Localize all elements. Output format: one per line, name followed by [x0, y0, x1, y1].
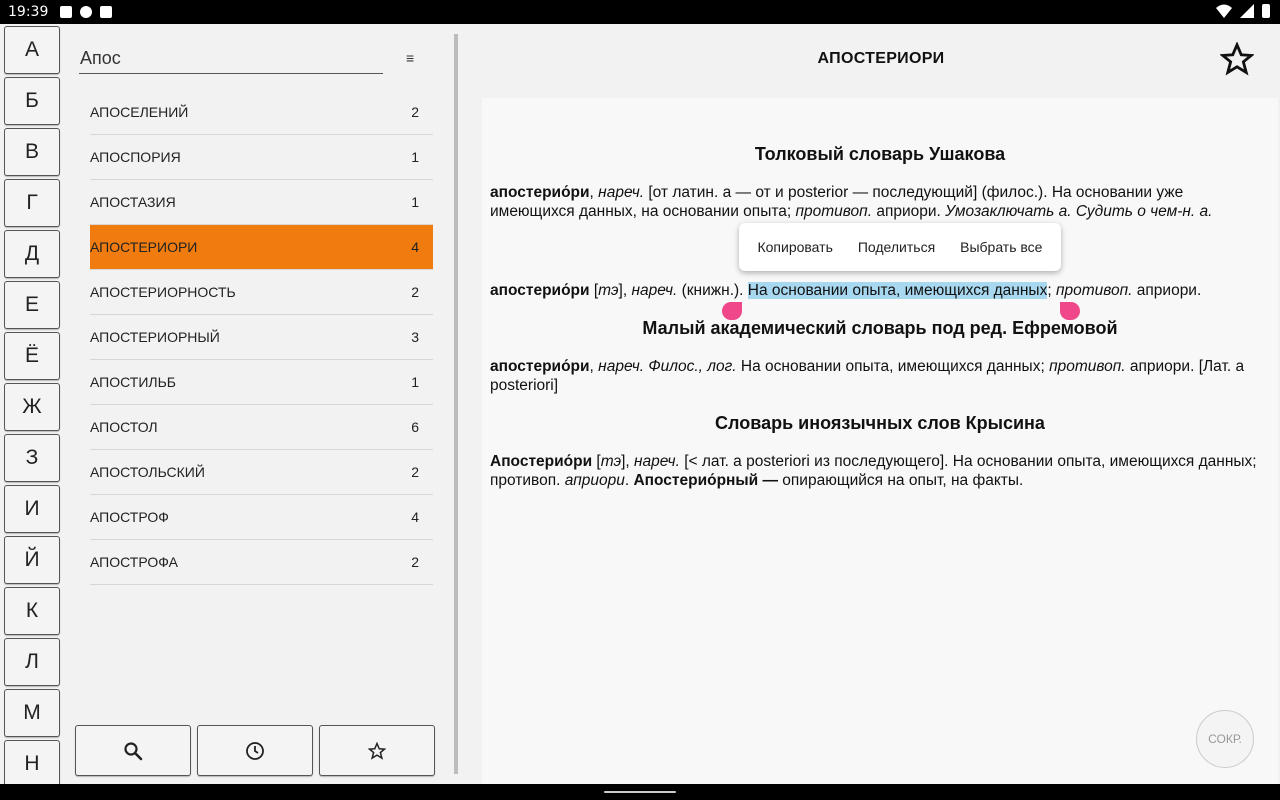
letter-button[interactable]: Г: [4, 179, 60, 227]
wifi-icon: [1216, 4, 1232, 18]
panel-divider[interactable]: [454, 34, 458, 774]
letter-button[interactable]: К: [4, 587, 60, 635]
definition-paragraph: Апостерио́ри [тэ], нареч. [< лат. a post…: [490, 453, 1257, 489]
section-heading: Словарь иноязычных слов Крысина: [715, 413, 1045, 433]
word-label: АПОСТИЛЬБ: [90, 374, 176, 390]
bottom-toolbar: [75, 725, 435, 776]
letter-button[interactable]: Е: [4, 281, 60, 329]
word-count: 4: [411, 239, 419, 255]
word-list-item[interactable]: АПОСТРОФА 2: [90, 540, 433, 585]
home-gesture-bar[interactable]: [604, 791, 676, 793]
word-list-item[interactable]: АПОСТЕРИОРИ 4: [90, 225, 433, 270]
word-list-item[interactable]: АПОСТРОФ 4: [90, 495, 433, 540]
word-count: 2: [411, 554, 419, 570]
letter-button[interactable]: Н: [4, 740, 60, 786]
letter-button[interactable]: Ё: [4, 332, 60, 380]
history-icon: [246, 741, 264, 760]
letter-index: АБВГДЕЁЖЗИЙКЛМН: [4, 26, 62, 786]
definition-paragraph: апостерио́ри, нареч. Филос., лог. На осн…: [490, 358, 1245, 394]
search-button[interactable]: [75, 725, 191, 776]
word-label: АПОСТЕРИОРИ: [90, 239, 198, 255]
detail-panel: АПОСТЕРИОРИ Толковый словарь Ушакова апо…: [466, 24, 1280, 784]
section-heading: Малый академический словарь под ред. Ефр…: [642, 318, 1118, 338]
letter-button[interactable]: В: [4, 128, 60, 176]
word-list-item[interactable]: АПОСТЕРИОРНЫЙ 3: [90, 315, 433, 360]
favorites-icon: [368, 741, 386, 760]
sd-card-icon: [100, 6, 113, 18]
letter-button[interactable]: З: [4, 434, 60, 482]
word-count: 6: [411, 419, 419, 435]
menu-icon[interactable]: ≡: [406, 50, 414, 66]
text-selection-menu: Копировать Поделиться Выбрать все: [739, 223, 1061, 271]
word-count: 2: [411, 104, 419, 120]
word-label: АПОСЕЛЕНИЙ: [90, 104, 189, 120]
page-title: АПОСТЕРИОРИ: [817, 50, 945, 67]
app: АБВГДЕЁЖЗИЙКЛМН Апос ≡ АПОСЕЛЕНИЙ 2 АПОСПО…: [0, 24, 1280, 786]
word-count: 1: [411, 194, 419, 210]
word-label: АПОСПОРИЯ: [90, 149, 181, 165]
word-count: 1: [411, 374, 419, 390]
word-list: АПОСЕЛЕНИЙ 2 АПОСПОРИЯ 1 АПОСТАЗИЯ 1 АПОСТЕРИО…: [90, 90, 433, 585]
navigation-bar: [0, 784, 1280, 800]
letter-button[interactable]: М: [4, 689, 60, 737]
article-content: Толковый словарь Ушакова апостерио́ри, н…: [482, 98, 1278, 784]
search-icon: [124, 741, 143, 760]
copy-button[interactable]: Копировать: [757, 239, 832, 255]
word-label: АПОСТОЛЬСКИЙ: [90, 464, 205, 480]
notification-icon: [80, 6, 93, 18]
selected-text[interactable]: На основании опыта, имеющихся данных: [747, 282, 1048, 299]
word-label: АПОСТАЗИЯ: [90, 194, 176, 210]
star-icon[interactable]: [1220, 42, 1254, 76]
definition-paragraph: апостерио́ри [тэ], нареч. (книжн.). На о…: [490, 282, 1202, 299]
selection-handle-start[interactable]: [722, 302, 742, 320]
letter-button[interactable]: И: [4, 485, 60, 533]
selection-handle-end[interactable]: [1060, 302, 1080, 320]
favorites-button[interactable]: [319, 725, 435, 776]
notification-icon: [60, 6, 73, 18]
word-list-item[interactable]: АПОСТОЛ 6: [90, 405, 433, 450]
history-button[interactable]: [197, 725, 313, 776]
letter-button[interactable]: А: [4, 26, 60, 74]
signal-icon: [1240, 4, 1254, 18]
section-heading: Толковый словарь Ушакова: [754, 144, 1006, 164]
letter-button[interactable]: Ж: [4, 383, 60, 431]
word-label: АПОСТОЛ: [90, 419, 158, 435]
word-list-item[interactable]: АПОСПОРИЯ 1: [90, 135, 433, 180]
letter-button[interactable]: Л: [4, 638, 60, 686]
status-bar: 19:39: [0, 0, 1280, 24]
battery-icon: [1262, 4, 1270, 18]
search-input[interactable]: Апос: [79, 48, 383, 74]
word-count: 3: [411, 329, 419, 345]
word-list-item[interactable]: АПОСЕЛЕНИЙ 2: [90, 90, 433, 135]
abbreviations-button[interactable]: СОКР.: [1196, 710, 1254, 768]
word-list-panel: Апос ≡ АПОСЕЛЕНИЙ 2 АПОСПОРИЯ 1 АПОСТАЗИЯ 1 АП…: [74, 24, 458, 784]
word-label: АПОСТЕРИОРНЫЙ: [90, 329, 220, 345]
word-count: 4: [411, 509, 419, 525]
select-all-button[interactable]: Выбрать все: [960, 239, 1042, 255]
share-button[interactable]: Поделиться: [858, 239, 935, 255]
letter-button[interactable]: Б: [4, 77, 60, 125]
word-count: 1: [411, 149, 419, 165]
word-count: 2: [411, 284, 419, 300]
word-list-item[interactable]: АПОСТАЗИЯ 1: [90, 180, 433, 225]
word-label: АПОСТЕРИОРНОСТЬ: [90, 284, 236, 300]
word-label: АПОСТРОФА: [90, 554, 178, 570]
word-list-item[interactable]: АПОСТЕРИОРНОСТЬ 2: [90, 270, 433, 315]
word-count: 2: [411, 464, 419, 480]
letter-button[interactable]: Й: [4, 536, 60, 584]
status-time: 19:39: [8, 4, 49, 20]
letter-button[interactable]: Д: [4, 230, 60, 278]
definition-paragraph: апостерио́ри, нареч. [от латин. a — от и…: [490, 184, 1213, 220]
word-label: АПОСТРОФ: [90, 509, 169, 525]
word-list-item[interactable]: АПОСТОЛЬСКИЙ 2: [90, 450, 433, 495]
word-list-item[interactable]: АПОСТИЛЬБ 1: [90, 360, 433, 405]
